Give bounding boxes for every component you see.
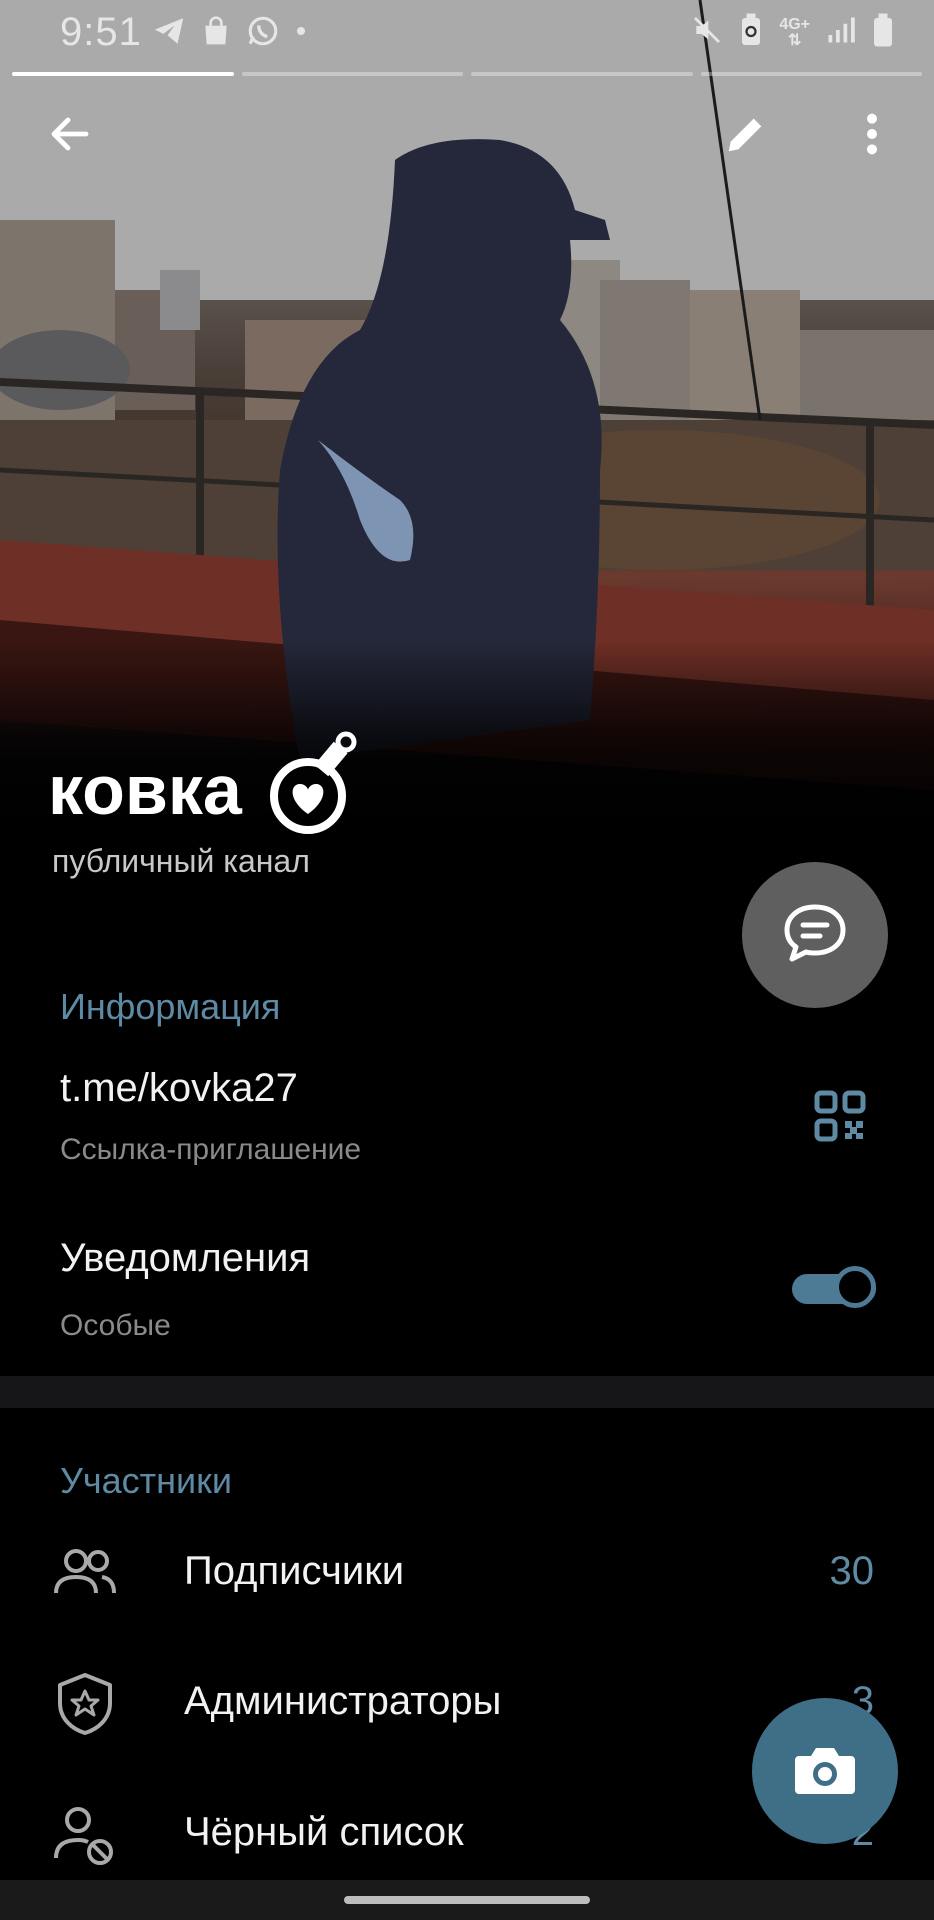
dot-icon: [294, 14, 308, 53]
signal-icon: [826, 14, 856, 51]
channel-title: ковка: [48, 730, 360, 850]
people-icon: [52, 1541, 118, 1607]
subscribers-label: Подписчики: [184, 1549, 405, 1593]
camera-icon: [793, 1742, 857, 1801]
more-vertical-icon: [862, 111, 882, 162]
notifications-value: Особые: [60, 1309, 171, 1342]
camera-button[interactable]: [752, 1698, 898, 1844]
blacklist-label: Чёрный список: [184, 1810, 464, 1854]
mute-icon: [691, 12, 723, 53]
shield-star-icon: [52, 1671, 118, 1737]
chat-bubble-icon: [782, 903, 848, 968]
user-blocked-icon: [52, 1802, 118, 1868]
home-gesture-handle[interactable]: [344, 1896, 590, 1904]
back-button[interactable]: [42, 108, 98, 164]
status-bar: 9:51 4G+ ⇅: [0, 0, 934, 64]
members-section-heading: Участники: [60, 1460, 232, 1501]
network-icon: 4G+ ⇅: [779, 15, 810, 49]
open-chat-button[interactable]: [742, 862, 888, 1008]
info-section-heading: Информация: [60, 986, 281, 1027]
status-time: 9:51: [60, 10, 142, 54]
story-segment: [12, 72, 234, 76]
channel-link[interactable]: t.me/kovka27: [60, 1066, 298, 1111]
network-label: 4G+: [779, 15, 810, 33]
qr-code-icon: [814, 1090, 866, 1146]
toggle-knob: [834, 1266, 876, 1308]
story-segment: [241, 72, 463, 76]
subscribers-count: 30: [829, 1549, 875, 1593]
administrators-label: Администраторы: [184, 1679, 502, 1723]
link-caption: Ссылка-приглашение: [60, 1133, 362, 1166]
more-options-button[interactable]: [844, 108, 900, 164]
edit-button[interactable]: [718, 108, 774, 164]
battery-icon: [872, 12, 894, 53]
story-segment: [700, 72, 922, 76]
story-progress: [12, 72, 922, 76]
shopping-bag-icon: [200, 14, 232, 53]
channel-type: публичный канал: [52, 843, 310, 879]
section-divider: [0, 1376, 934, 1408]
notifications-label[interactable]: Уведомления: [60, 1236, 310, 1281]
notifications-toggle[interactable]: [790, 1262, 880, 1312]
story-segment: [471, 72, 693, 76]
heart-potion-icon: [268, 730, 360, 850]
subscribers-row[interactable]: Подписчики 30: [0, 1525, 934, 1625]
navigation-bar: [0, 1880, 934, 1920]
arrow-left-icon: [46, 110, 94, 163]
qr-code-button[interactable]: [814, 1090, 866, 1142]
telegram-icon: [152, 14, 186, 53]
channel-name: ковка: [48, 751, 242, 829]
battery-saver-icon: [739, 12, 763, 53]
pencil-icon: [723, 111, 769, 162]
whatsapp-icon: [246, 14, 280, 53]
